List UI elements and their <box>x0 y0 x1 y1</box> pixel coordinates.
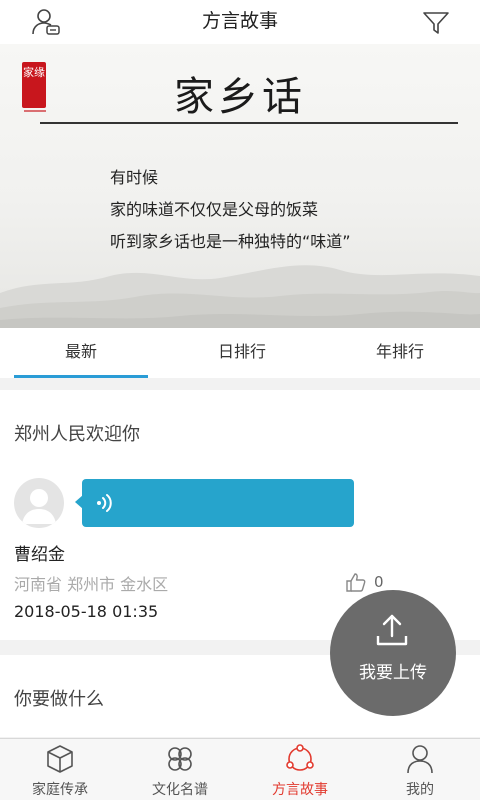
like-count: 0 <box>374 573 384 591</box>
sound-wave-icon <box>97 494 112 512</box>
tab-mine[interactable]: 我的 <box>360 739 480 800</box>
upload-icon <box>376 614 408 646</box>
active-tab-indicator <box>14 375 148 378</box>
tab-label: 我的 <box>406 782 434 798</box>
banner-line: 家的味道不仅仅是父母的饭菜 <box>110 200 319 219</box>
banner-divider <box>40 122 458 124</box>
avatar[interactable] <box>14 478 64 528</box>
top-navbar: 方言故事 <box>0 0 480 44</box>
banner-line: 有时候 <box>110 168 159 187</box>
post-title: 郑州人民欢迎你 <box>14 424 140 445</box>
upload-button[interactable]: 我要上传 <box>330 590 456 716</box>
banner-title: 家乡话 <box>174 74 306 120</box>
hero-banner: 家缘 家乡话 有时候 家的味道不仅仅是父母的饭菜 听到家乡话也是一种独特的“味道… <box>0 44 480 328</box>
tab-label: 方言故事 <box>272 782 328 798</box>
thumbs-up-icon[interactable] <box>345 571 367 593</box>
tab-family-heritage[interactable]: 家庭传承 <box>0 739 120 800</box>
filter-icon[interactable] <box>420 6 452 38</box>
person-icon <box>407 745 433 774</box>
banner-line: 听到家乡话也是一种独特的“味道” <box>110 232 351 251</box>
tab-dialect-stories[interactable]: 方言故事 <box>240 739 360 800</box>
post-datetime: 2018-05-18 01:35 <box>14 602 159 621</box>
app-screen: 方言故事 家缘 家乡话 有时候 家的味道不仅仅是父母的饭菜 听到家乡话也是一种独… <box>0 0 480 800</box>
banner-text: 有时候 家的味道不仅仅是父母的饭菜 听到家乡话也是一种独特的“味道” <box>110 162 351 258</box>
tab-culture-genealogy[interactable]: 文化名谱 <box>120 739 240 800</box>
tab-yearly-ranking[interactable]: 年排行 <box>330 328 470 378</box>
clover-icon <box>168 747 192 771</box>
voice-bubble-tail <box>75 495 83 509</box>
cube-icon <box>47 745 73 773</box>
tab-label: 文化名谱 <box>152 782 208 798</box>
post-location: 河南省 郑州市 金水区 <box>14 575 169 594</box>
post-title: 你要做什么 <box>14 689 104 710</box>
tab-daily-ranking[interactable]: 日排行 <box>172 328 312 378</box>
upload-button-label: 我要上传 <box>359 663 427 683</box>
author-name: 曹绍金 <box>14 545 65 565</box>
tab-latest[interactable]: 最新 <box>14 328 148 378</box>
bottom-tab-bar: 家庭传承 文化名谱 方言故事 我的 <box>0 738 480 800</box>
tab-label: 家庭传承 <box>32 782 88 798</box>
ranking-tabs: 最新 日排行 年排行 <box>0 328 480 378</box>
voice-message-player[interactable] <box>75 479 354 527</box>
page-title: 方言故事 <box>201 10 278 32</box>
share-nodes-icon <box>286 744 314 771</box>
default-avatar-icon <box>22 489 56 524</box>
